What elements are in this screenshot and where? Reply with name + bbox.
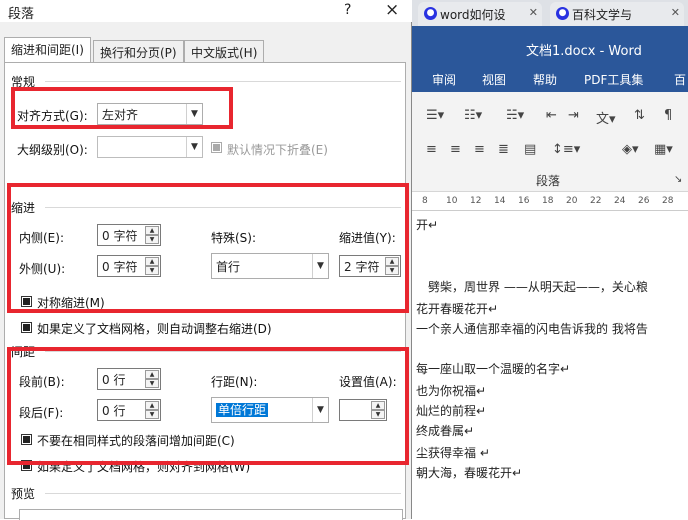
section-preview: 预览 xyxy=(11,487,36,501)
dialog-title-bar: 段落 ? × xyxy=(0,0,412,22)
ruler-tick: 22 xyxy=(590,196,602,206)
ribbon-tabs: 审阅 视图 帮助 PDF工具集 百 xyxy=(412,66,688,92)
borders-icon[interactable]: ▦▾ xyxy=(654,142,673,157)
doc-line: 终成眷属↵ xyxy=(416,424,475,438)
auto-right-indent-checkbox[interactable] xyxy=(21,322,32,333)
doc-line: 开↵ xyxy=(416,218,439,232)
multilevel-list-icon[interactable]: ☵▾ xyxy=(506,108,524,123)
chinese-layout-icon[interactable]: 文▾ xyxy=(596,108,616,127)
justify-icon[interactable]: ≣ xyxy=(498,142,509,157)
ruler-tick: 26 xyxy=(638,196,650,206)
ruler-tick: 18 xyxy=(542,196,554,206)
increase-indent-icon[interactable]: ⇥ xyxy=(568,108,579,123)
browser-tab-1[interactable]: ● word如何设 ✕ xyxy=(418,2,542,26)
tab-line-page-breaks[interactable]: 换行和分页(P) xyxy=(93,40,184,62)
tab-asian-typography[interactable]: 中文版式(H) xyxy=(184,40,265,62)
paragraph-group-label: 段落 xyxy=(536,174,561,188)
browser-tab-2[interactable]: ● 百科文学与 ✕ xyxy=(550,2,684,26)
doc-line: 每一座山取一个温暖的名字↵ xyxy=(416,362,571,376)
word-window: ● word如何设 ✕ ● 百科文学与 ✕ 文档1.docx - Word 审阅… xyxy=(412,0,688,519)
ribbon-tab-more[interactable]: 百 xyxy=(674,71,686,88)
highlight-box-indentation xyxy=(7,183,409,313)
bullet-list-icon[interactable]: ☰▾ xyxy=(426,108,444,123)
ruler-tick: 16 xyxy=(518,196,530,206)
browser-tab-strip: ● word如何设 ✕ ● 百科文学与 ✕ xyxy=(412,0,688,26)
divider xyxy=(45,81,401,82)
baidu-paw-icon: ● xyxy=(556,7,569,20)
doc-line: 一个亲人通信那幸福的闪电告诉我的 我将告 xyxy=(416,322,648,336)
doc-line: 花开春暖花开↵ xyxy=(416,302,499,316)
document-title: 文档1.docx - Word xyxy=(526,44,642,59)
shading-icon[interactable]: ◈▾ xyxy=(622,142,639,157)
align-left-icon[interactable]: ≡ xyxy=(426,142,437,157)
ribbon-tab-help[interactable]: 帮助 xyxy=(533,71,557,88)
ribbon-tab-review[interactable]: 审阅 xyxy=(432,71,456,88)
close-icon[interactable]: ✕ xyxy=(671,6,680,19)
show-marks-icon[interactable]: ¶ xyxy=(664,108,672,123)
dialog-title: 段落 xyxy=(8,7,35,22)
paragraph-launcher-icon[interactable]: ↘ xyxy=(674,174,682,185)
divider xyxy=(45,493,401,494)
ribbon-tab-view[interactable]: 视图 xyxy=(482,71,506,88)
ruler-tick: 24 xyxy=(614,196,626,206)
align-center-icon[interactable]: ≡ xyxy=(450,142,461,157)
chevron-down-icon: ▼ xyxy=(186,137,202,157)
ruler-tick: 20 xyxy=(566,196,578,206)
numbered-list-icon[interactable]: ☷▾ xyxy=(464,108,482,123)
auto-right-indent-label: 如果定义了文档网格，则自动调整右缩进(D) xyxy=(37,322,272,336)
doc-line: 尘获得幸福 ↵ xyxy=(416,446,490,460)
doc-line: 劈柴，周世界 ——从明天起——，关心粮 xyxy=(428,280,648,294)
close-icon[interactable]: ✕ xyxy=(529,6,538,19)
outline-level-select[interactable]: ▼ xyxy=(97,136,203,158)
highlight-box-alignment xyxy=(11,87,233,129)
ruler-tick: 28 xyxy=(662,196,674,206)
outline-level-label: 大纲级别(O): xyxy=(17,143,88,157)
paragraph-dialog: 段落 ? × 缩进和间距(I) 换行和分页(P) 中文版式(H) 常规 对齐方式… xyxy=(0,0,412,520)
distributed-icon[interactable]: ▤ xyxy=(524,142,536,157)
ruler-tick: 14 xyxy=(494,196,506,206)
ribbon-tab-pdf[interactable]: PDF工具集 xyxy=(584,71,643,88)
dialog-tabs: 缩进和间距(I) 换行和分页(P) 中文版式(H) xyxy=(0,22,412,66)
ruler-tick: 10 xyxy=(446,196,458,206)
tab-indent-spacing[interactable]: 缩进和间距(I) xyxy=(4,37,91,62)
line-spacing-icon[interactable]: ↕≡▾ xyxy=(552,142,580,157)
doc-line: 朝大海，春暖花开↵ xyxy=(416,466,523,480)
doc-line: 也为你祝福↵ xyxy=(416,384,487,398)
browser-tab-title: 百科文学与 xyxy=(572,8,633,22)
browser-tab-title: word如何设 xyxy=(440,8,506,22)
collapse-checkbox[interactable] xyxy=(211,142,222,153)
align-right-icon[interactable]: ≡ xyxy=(474,142,485,157)
sort-icon[interactable]: ⇅ xyxy=(634,108,645,123)
indent-spacing-panel: 常规 对齐方式(G): 左对齐 ▼ 大纲级别(O): ▼ 默认情况下折叠(E) … xyxy=(4,62,409,520)
doc-line: 灿烂的前程↵ xyxy=(416,404,487,418)
close-button[interactable]: × xyxy=(385,0,399,20)
horizontal-ruler: 8 10 12 14 16 18 20 22 24 26 28 xyxy=(412,193,688,211)
ruler-tick: 12 xyxy=(470,196,482,206)
collapse-label: 默认情况下折叠(E) xyxy=(227,143,328,157)
baidu-paw-icon: ● xyxy=(424,7,437,20)
decrease-indent-icon[interactable]: ⇤ xyxy=(546,108,557,123)
word-title-bar: 文档1.docx - Word xyxy=(412,26,688,66)
preview-box xyxy=(19,509,403,520)
document-body[interactable]: 开↵ 劈柴，周世界 ——从明天起——，关心粮 花开春暖花开↵ 一个亲人通信那幸福… xyxy=(412,212,688,519)
ruler-tick: 8 xyxy=(422,196,428,206)
help-button[interactable]: ? xyxy=(344,2,351,18)
ribbon-paragraph-group: ☰▾ ☷▾ ☵▾ ⇤ ⇥ 文▾ ⇅ ¶ ≡ ≡ ≡ ≣ ▤ ↕≡▾ ◈▾ ▦▾ … xyxy=(412,92,688,192)
highlight-box-spacing xyxy=(7,347,409,465)
